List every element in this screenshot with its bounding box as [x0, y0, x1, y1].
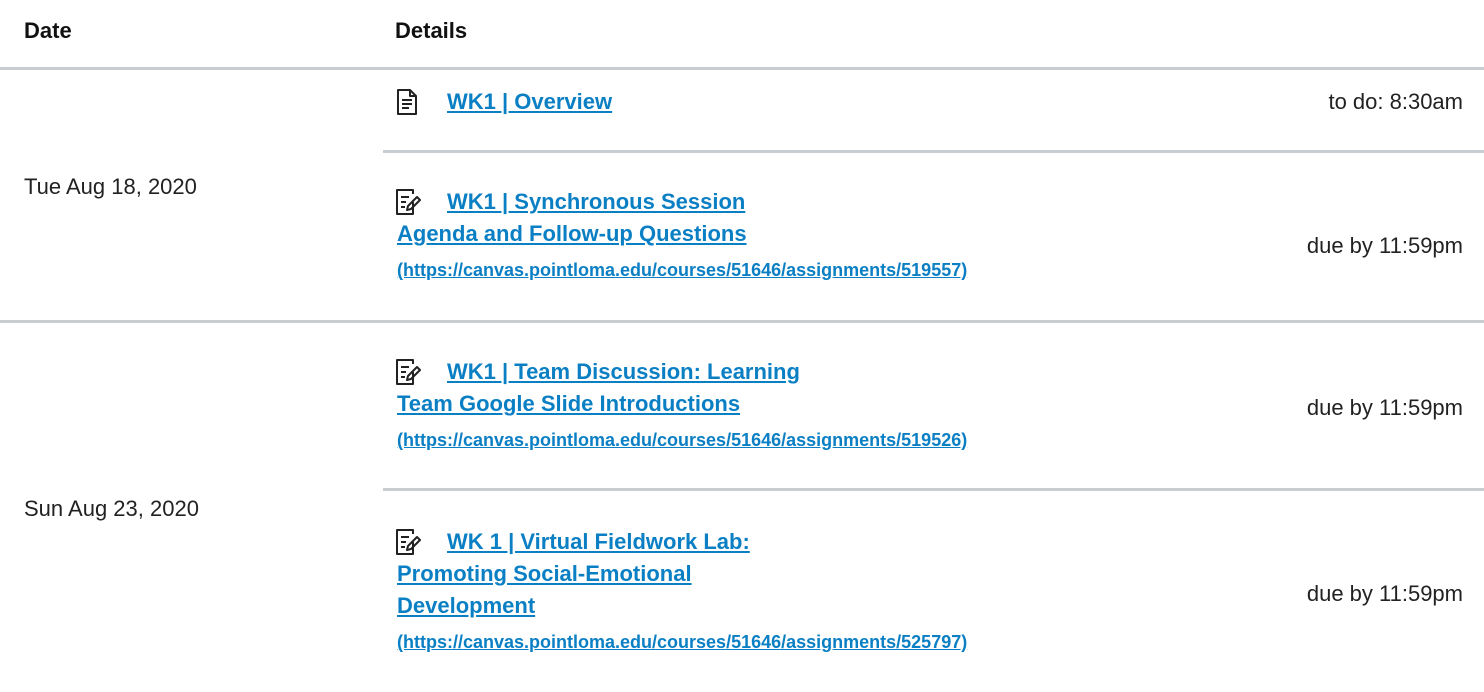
item-url-link[interactable]: (https://canvas.pointloma.edu/courses/51… — [397, 254, 967, 286]
date-column-header: Date — [24, 18, 72, 43]
item-title-link[interactable]: Promoting Social-Emotional — [397, 558, 917, 590]
item-url-link[interactable]: (https://canvas.pointloma.edu/courses/51… — [397, 424, 967, 456]
item-due: to do: 8:30am — [1328, 89, 1463, 114]
item-due: due by 11:59pm — [1306, 395, 1463, 420]
item-title-link[interactable]: Agenda and Follow-up Questions — [397, 218, 917, 250]
item-title-link[interactable]: Team Google Slide Introductions — [397, 388, 917, 420]
group-date: Tue Aug 18, 2020 — [24, 174, 197, 199]
table-header: Date Details — [0, 0, 1484, 70]
item-due: due by 11:59pm — [1306, 581, 1463, 606]
item-title-link[interactable]: Development — [397, 590, 917, 622]
item-title-link[interactable]: WK1 | Overview — [447, 86, 612, 118]
group-divider — [0, 320, 1484, 323]
group-date: Sun Aug 23, 2020 — [24, 496, 199, 521]
item-due: due by 11:59pm — [1306, 233, 1463, 258]
item-divider — [383, 488, 1484, 491]
item-title-link[interactable]: WK1 | Synchronous Session — [397, 186, 917, 218]
details-column-header: Details — [395, 18, 468, 43]
item-divider — [383, 150, 1484, 153]
item-title-link[interactable]: WK1 | Team Discussion: Learning — [397, 356, 917, 388]
item-url-link[interactable]: (https://canvas.pointloma.edu/courses/51… — [397, 626, 967, 658]
document-icon — [397, 89, 417, 115]
item-title-link[interactable]: WK 1 | Virtual Fieldwork Lab: — [397, 526, 917, 558]
